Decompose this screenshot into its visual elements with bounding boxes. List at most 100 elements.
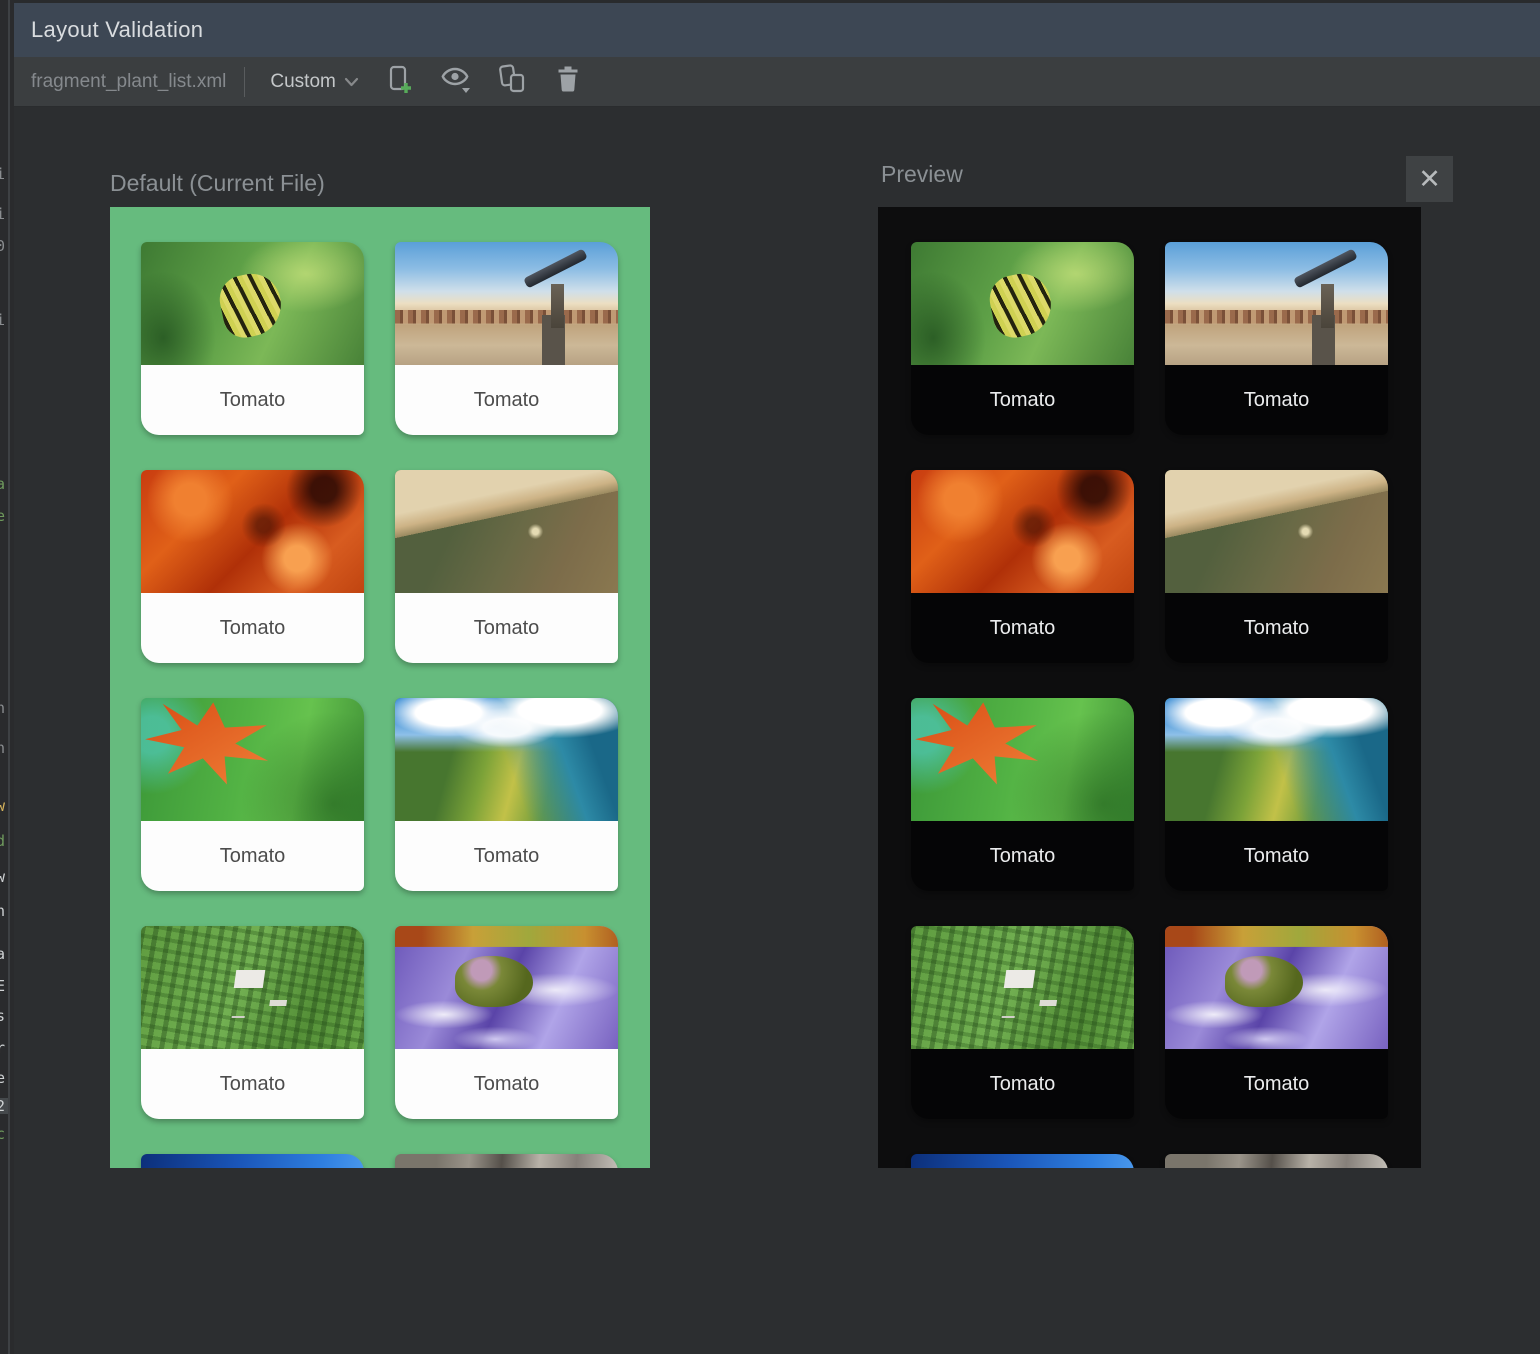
plant-card: Tomato — [395, 698, 618, 891]
default-preview-panel[interactable]: Tomato Tomato Tomato Tomato Tomato Tomato Toma… — [110, 207, 650, 1168]
plant-card: Tomato — [141, 242, 364, 435]
editor-edge-glyph: 0 — [0, 238, 8, 254]
plant-card: Tomato — [911, 1154, 1134, 1168]
editor-edge-divider — [8, 0, 10, 1354]
editor-edge-glyph: i — [0, 206, 8, 222]
editor-edge-glyph: n — [0, 700, 8, 716]
aerial-coastline-image — [395, 698, 618, 821]
editor-edge-glyph: 2 — [0, 1098, 8, 1114]
plant-name-label: Tomato — [141, 365, 364, 435]
tool-window-title: Layout Validation — [31, 17, 203, 43]
caterpillar-image — [911, 242, 1134, 365]
purple-river-image — [395, 926, 618, 1049]
maple-leaf-green-image — [911, 698, 1134, 821]
plant-name-label: Tomato — [1165, 365, 1388, 435]
editor-edge-glyph: e — [0, 1070, 8, 1086]
default-panel-title: Default (Current File) — [110, 170, 325, 197]
tool-window-titlebar: Layout Validation — [14, 0, 1540, 57]
plant-card: Tomato — [141, 1154, 364, 1168]
editor-edge-glyph: i — [0, 312, 8, 328]
plant-card: Tomato — [141, 926, 364, 1119]
plant-name-label: Tomato — [395, 821, 618, 891]
plant-grid: Tomato Tomato Tomato Tomato Tomato Tomato Toma… — [878, 207, 1421, 1168]
telescope-city-image — [395, 242, 618, 365]
editor-edge-glyph: d — [0, 833, 8, 849]
plant-name-label: Tomato — [141, 593, 364, 663]
plant-card: Tomato — [911, 242, 1134, 435]
plant-name-label: Tomato — [1165, 821, 1388, 891]
plant-card: Tomato — [911, 470, 1134, 663]
configuration-set-label: Custom — [270, 71, 335, 93]
preview-panel-title: Preview — [881, 161, 963, 188]
plant-card: Tomato — [1165, 470, 1388, 663]
duplicate-device-icon — [497, 64, 527, 99]
editor-edge-glyph: s — [0, 1008, 8, 1024]
editor-edge-glyph: e — [0, 508, 8, 524]
configuration-set-dropdown[interactable]: Custom — [270, 71, 358, 93]
editor-edge-glyph: n — [0, 740, 8, 756]
plant-card: Tomato — [911, 698, 1134, 891]
editor-edge-glyph: r — [0, 1040, 8, 1056]
plant-name-label: Tomato — [1165, 593, 1388, 663]
plant-name-label: Tomato — [141, 1049, 364, 1119]
chevron-down-icon — [336, 71, 359, 93]
plant-card: Tomato — [395, 470, 618, 663]
aerial-coastline-image — [1165, 698, 1388, 821]
close-preview-button[interactable]: ✕ — [1406, 156, 1453, 202]
editor-edge-glyph: w — [0, 798, 8, 814]
gray-mountains-image — [1165, 1154, 1388, 1168]
close-icon: ✕ — [1418, 164, 1441, 195]
plant-card: Tomato — [911, 926, 1134, 1119]
plant-card: Tomato — [141, 470, 364, 663]
current-file-label: fragment_plant_list.xml — [31, 71, 226, 93]
plant-name-label: Tomato — [395, 1049, 618, 1119]
trash-icon — [557, 65, 579, 98]
plant-name-label: Tomato — [911, 821, 1134, 891]
toggle-visibility-button[interactable] — [441, 65, 471, 99]
plant-name-label: Tomato — [911, 365, 1134, 435]
aerial-farm-image — [911, 926, 1134, 1049]
plant-card: Tomato — [1165, 242, 1388, 435]
blue-sky-image — [141, 1154, 364, 1168]
add-device-button[interactable] — [385, 65, 415, 99]
editor-edge-glyph: E — [0, 978, 8, 994]
aerial-farm-image — [141, 926, 364, 1049]
editor-edge-sliver: ii0iaennwdwnaEsre2c▍ — [0, 0, 14, 1354]
duplicate-device-button[interactable] — [497, 65, 527, 99]
plant-card: Tomato — [395, 926, 618, 1119]
plant-name-label: Tomato — [141, 821, 364, 891]
wood-droplets-image — [395, 470, 618, 593]
layout-validation-window: ii0iaennwdwnaEsre2c▍ Layout Validation f… — [0, 0, 1540, 1354]
caterpillar-image — [141, 242, 364, 365]
gray-mountains-image — [395, 1154, 618, 1168]
blue-sky-image — [911, 1154, 1134, 1168]
maple-leaves-image — [141, 470, 364, 593]
editor-edge-glyph: n — [0, 903, 8, 919]
wood-droplets-image — [1165, 470, 1388, 593]
editor-edge-glyph: ▍ — [0, 1336, 8, 1352]
plant-card: Tomato — [141, 698, 364, 891]
plant-card: Tomato — [1165, 1154, 1388, 1168]
editor-edge-glyph: i — [0, 166, 8, 182]
plant-card: Tomato — [1165, 926, 1388, 1119]
maple-leaves-image — [911, 470, 1134, 593]
telescope-city-image — [1165, 242, 1388, 365]
editor-edge-glyph: w — [0, 869, 8, 885]
toolbar: fragment_plant_list.xml Custom — [14, 57, 1540, 107]
plant-name-label: Tomato — [1165, 1049, 1388, 1119]
plant-name-label: Tomato — [395, 593, 618, 663]
editor-edge-glyph: c — [0, 1126, 8, 1142]
purple-river-image — [1165, 926, 1388, 1049]
dark-preview-panel[interactable]: Tomato Tomato Tomato Tomato Tomato Tomato Toma… — [878, 207, 1421, 1168]
plant-card: Tomato — [395, 242, 618, 435]
plant-name-label: Tomato — [911, 1049, 1134, 1119]
add-device-icon — [387, 64, 413, 99]
plant-grid: Tomato Tomato Tomato Tomato Tomato Tomato Toma… — [110, 207, 650, 1168]
delete-button[interactable] — [553, 65, 583, 99]
editor-edge-glyph: a — [0, 946, 8, 962]
plant-card: Tomato — [1165, 698, 1388, 891]
plant-card: Tomato — [395, 1154, 618, 1168]
plant-name-label: Tomato — [911, 593, 1134, 663]
eye-icon — [440, 64, 472, 99]
plant-name-label: Tomato — [395, 365, 618, 435]
